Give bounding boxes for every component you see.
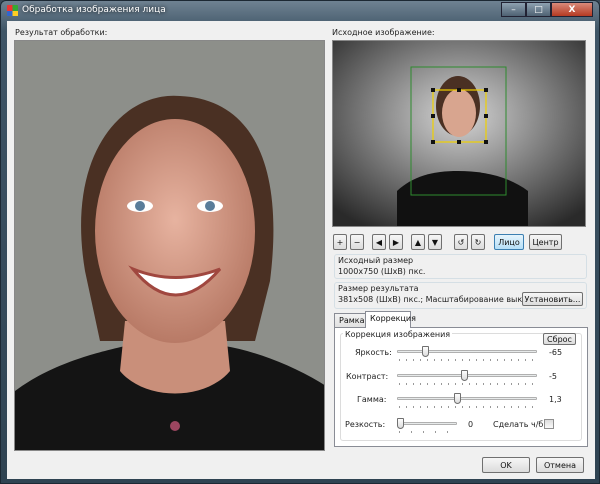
correction-panel: Коррекция изображения Сброс Яркость: -65… — [334, 327, 588, 447]
contrast-slider-thumb[interactable] — [460, 370, 468, 381]
source-size-value: 1000x750 (ШxВ) пкс. — [338, 267, 426, 276]
result-label: Результат обработки: — [15, 28, 108, 37]
sharpness-ticks — [399, 431, 459, 433]
gamma-value: 1,3 — [549, 395, 562, 404]
source-label: Исходное изображение: — [332, 28, 435, 37]
reset-button[interactable]: Сброс — [543, 333, 576, 345]
source-size-title: Исходный размер — [338, 256, 414, 265]
brightness-value: -65 — [549, 348, 563, 357]
contrast-ticks — [399, 383, 539, 385]
move-up-button[interactable]: ▲ — [411, 234, 425, 250]
gamma-ticks — [399, 406, 539, 408]
grayscale-label: Сделать ч/б: — [493, 420, 547, 429]
face-button[interactable]: Лицо — [494, 234, 524, 250]
set-size-button[interactable]: Установить... — [522, 292, 583, 306]
brightness-ticks — [399, 359, 539, 361]
close-button[interactable]: X — [551, 2, 593, 17]
source-face-photo — [333, 41, 585, 226]
move-down-button[interactable]: ▼ — [428, 234, 442, 250]
gamma-label: Гамма: — [357, 395, 387, 404]
brightness-slider-track[interactable] — [397, 350, 537, 353]
ok-button[interactable]: OK — [482, 457, 530, 473]
brightness-slider-thumb[interactable] — [422, 346, 430, 357]
tab-correction[interactable]: Коррекция — [365, 311, 416, 328]
zoom-out-button[interactable]: − — [350, 234, 364, 250]
client-area: Результат обработки: Исходное изображени… — [7, 21, 595, 479]
grayscale-checkbox[interactable] — [544, 419, 554, 429]
source-image[interactable] — [332, 40, 586, 227]
correction-group-title: Коррекция изображения — [343, 330, 453, 339]
maximize-button[interactable]: □ — [526, 2, 551, 17]
result-image — [14, 40, 325, 451]
sharpness-value: 0 — [468, 420, 474, 429]
rotate-ccw-button[interactable]: ↺ — [454, 234, 468, 250]
result-face-photo — [15, 41, 324, 450]
window-title: Обработка изображения лица — [22, 5, 166, 15]
dialog-window: Обработка изображения лица – □ X Результ… — [0, 0, 600, 484]
gamma-slider-track[interactable] — [397, 397, 537, 400]
sharpness-slider-thumb[interactable] — [397, 418, 404, 429]
minimize-button[interactable]: – — [501, 2, 526, 17]
sharpness-label: Резкость: — [345, 420, 386, 429]
result-size-title: Размер результата — [338, 284, 419, 293]
app-icon — [7, 5, 18, 16]
zoom-in-button[interactable]: + — [333, 234, 347, 250]
brightness-label: Яркость: — [355, 348, 392, 357]
move-left-button[interactable]: ◀ — [372, 234, 386, 250]
cancel-button[interactable]: Отмена — [536, 457, 584, 473]
contrast-value: -5 — [549, 372, 557, 381]
move-right-button[interactable]: ▶ — [389, 234, 403, 250]
rotate-cw-button[interactable]: ↻ — [471, 234, 485, 250]
center-button[interactable]: Центр — [529, 234, 562, 250]
contrast-label: Контраст: — [346, 372, 389, 381]
gamma-slider-thumb[interactable] — [454, 393, 462, 404]
source-size-group: Исходный размер 1000x750 (ШxВ) пкс. — [334, 254, 587, 279]
sharpness-slider-track[interactable] — [397, 422, 457, 425]
title-bar[interactable]: Обработка изображения лица – □ X — [1, 1, 599, 21]
